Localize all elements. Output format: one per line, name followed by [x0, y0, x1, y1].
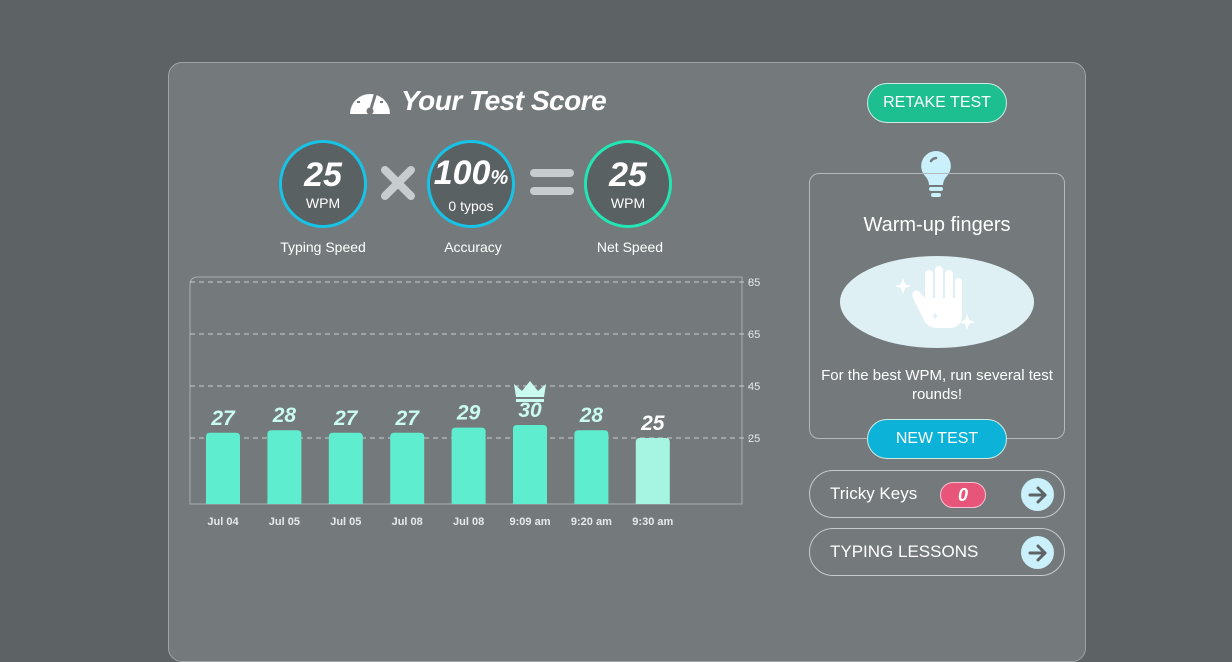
bar [451, 427, 486, 504]
tricky-keys-count: 0 [940, 482, 986, 508]
new-test-button[interactable]: NEW TEST [867, 419, 1007, 459]
typing-lessons-label: TYPING LESSONS [830, 542, 979, 561]
tricky-keys-button[interactable]: Tricky Keys 0 [809, 470, 1065, 518]
x-tick-label: Jul 05 [269, 516, 300, 528]
bar [635, 438, 670, 504]
bar-value-label: 27 [333, 407, 359, 430]
sparkling-hand-icon [895, 264, 979, 341]
typing-lessons-button[interactable]: TYPING LESSONS [809, 528, 1065, 576]
x-tick-label: 9:09 am [510, 516, 551, 528]
tip-illustration [840, 256, 1034, 348]
arrow-right-icon [1021, 478, 1054, 511]
bar [513, 425, 547, 504]
tip-panel: Warm-up fingers For the best WPM, run se… [809, 173, 1065, 439]
bar-value-label: 27 [395, 407, 421, 430]
y-tick-label: 45 [748, 381, 760, 393]
bar [390, 432, 425, 504]
arrow-right-icon [1021, 536, 1054, 569]
tricky-keys-label: Tricky Keys [830, 484, 918, 503]
bar-value-label: 30 [518, 399, 542, 422]
score-card: Your Test Score 25 WPM Typing Speed 100%… [168, 62, 1086, 662]
x-tick-label: Jul 08 [453, 516, 484, 528]
bar-value-label: 28 [579, 404, 604, 427]
x-tick-label: Jul 08 [392, 516, 423, 528]
bar-value-label: 29 [456, 402, 481, 425]
bar [206, 432, 240, 504]
bar [574, 430, 609, 504]
tip-text: For the best WPM, run several test round… [821, 367, 1053, 403]
y-tick-label: 85 [748, 277, 760, 289]
wpm-history-chart: 25 45 65 85 27 Jul 04 28 Jul 05 27 Jul 05 27 Jul 08… [189, 276, 760, 528]
x-tick-label: Jul 04 [207, 516, 239, 528]
retake-test-button[interactable]: RETAKE TEST [867, 83, 1007, 123]
bar [328, 432, 363, 504]
bar-value-label: 28 [272, 404, 297, 427]
x-tick-label: 9:20 am [571, 516, 612, 528]
bar-value-label: 25 [640, 412, 665, 435]
bar-value-label: 27 [210, 407, 236, 430]
x-tick-label: 9:30 am [632, 516, 673, 528]
bar [267, 430, 302, 504]
x-tick-label: Jul 05 [330, 516, 361, 528]
y-tick-label: 25 [748, 433, 760, 445]
y-tick-label: 65 [748, 329, 760, 341]
tip-title: Warm-up fingers [863, 214, 1011, 236]
